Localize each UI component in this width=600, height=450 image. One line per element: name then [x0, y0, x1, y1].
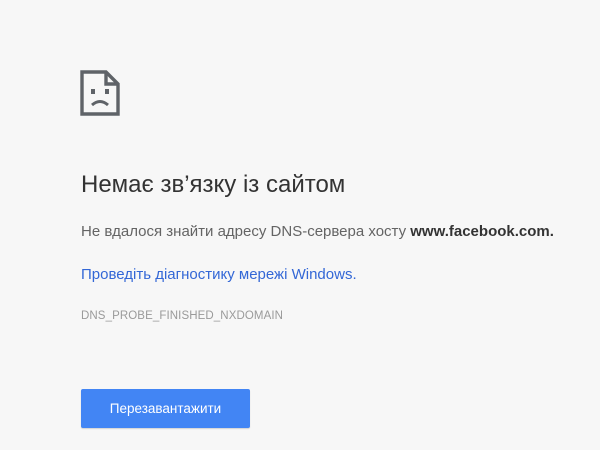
- reload-button[interactable]: Перезавантажити: [81, 389, 250, 428]
- error-summary: Не вдалося знайти адресу DNS-сервера хос…: [81, 223, 554, 240]
- page-title: Немає зв’язку із сайтом: [81, 171, 346, 198]
- diagnostics-link[interactable]: Проведіть діагностику мережі Windows.: [81, 266, 357, 283]
- error-code: DNS_PROBE_FINISHED_NXDOMAIN: [81, 310, 284, 322]
- sad-page-icon: [80, 70, 120, 116]
- error-host: www.facebook.com.: [410, 223, 554, 240]
- error-page: Немає зв’язку із сайтом Не вдалося знайт…: [0, 0, 600, 450]
- error-summary-text: Не вдалося знайти адресу DNS-сервера хос…: [81, 223, 411, 240]
